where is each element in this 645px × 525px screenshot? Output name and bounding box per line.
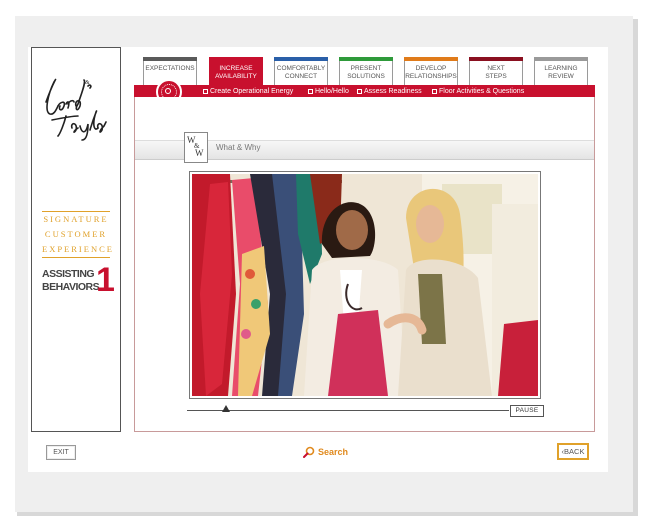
checkbox-icon xyxy=(357,89,362,94)
svg-text:&: & xyxy=(85,80,90,86)
module-line-2: BEHAVIORS xyxy=(42,281,100,293)
lord-taylor-logo: & xyxy=(45,78,107,141)
tab-learning-review[interactable]: LEARNING REVIEW xyxy=(534,57,588,85)
brand-panel: & SIGNATURE CUSTOMER EXPERIENCE ASSISTIN… xyxy=(31,47,121,432)
what-why-icon: W & W xyxy=(184,132,208,163)
tab-increase-availability[interactable]: INCREASE AVAILABILITY xyxy=(209,57,263,87)
video-still-image xyxy=(192,174,538,396)
checkbox-icon xyxy=(203,89,208,94)
program-title: SIGNATURE CUSTOMER EXPERIENCE xyxy=(42,211,114,258)
subnav-item-hello-hello[interactable]: Hello/Hello xyxy=(308,86,349,97)
checkbox-icon xyxy=(432,89,437,94)
checkbox-icon xyxy=(308,89,313,94)
program-line-3: EXPERIENCE xyxy=(42,244,114,254)
search-button[interactable]: Search xyxy=(303,446,348,458)
back-button[interactable]: ‹BACK xyxy=(557,443,589,460)
subnav-item-create-operational-energy[interactable]: Create Operational Energy xyxy=(203,86,293,97)
tab-next-steps[interactable]: NEXT STEPS xyxy=(469,57,523,85)
program-line-1: SIGNATURE xyxy=(43,214,109,224)
program-line-2: CUSTOMER xyxy=(44,229,108,239)
module-number: 1 xyxy=(96,261,115,299)
tab-present-solutions[interactable]: PRESENT SOLUTIONS xyxy=(339,57,393,85)
video-player[interactable] xyxy=(192,174,538,396)
subnav-item-assess-readiness[interactable]: Assess Readiness xyxy=(357,86,422,97)
tab-comfortably-connect[interactable]: COMFORTABLY CONNECT xyxy=(274,57,328,85)
module-title: ASSISTING BEHAVIORS 1 xyxy=(42,261,115,301)
search-label: Search xyxy=(318,447,349,457)
magnifier-icon xyxy=(303,446,315,458)
video-progress-track[interactable] xyxy=(187,410,509,411)
subnav-item-floor-activities[interactable]: Floor Activities & Questions xyxy=(432,86,524,97)
section-title: What & Why xyxy=(216,143,261,152)
pause-button[interactable]: PAUSE xyxy=(510,405,544,417)
module-line-1: ASSISTING xyxy=(42,268,95,280)
exit-button[interactable]: EXIT xyxy=(46,445,76,460)
tab-develop-relationships[interactable]: DEVELOP RELATIONSHIPS xyxy=(404,57,458,85)
video-progress-thumb[interactable] xyxy=(221,405,230,412)
